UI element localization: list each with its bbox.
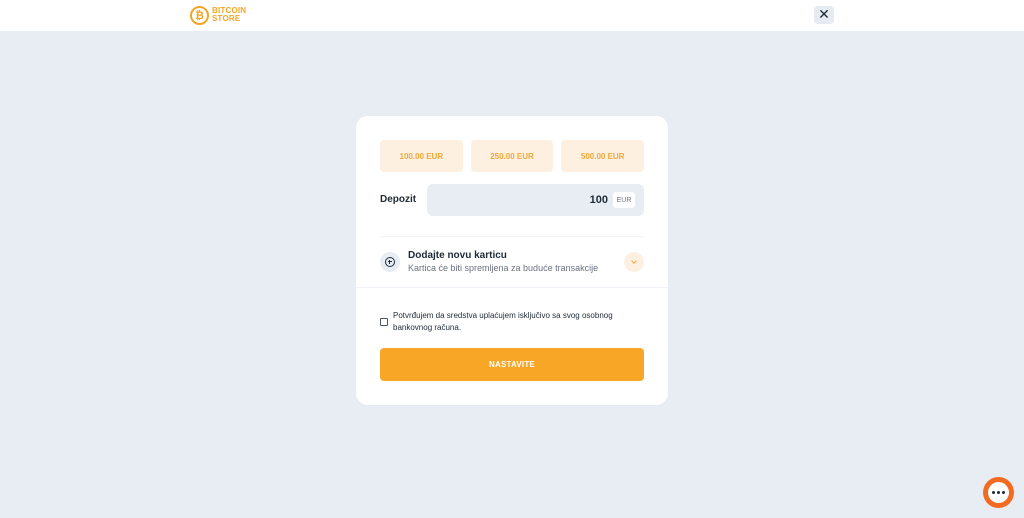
- chevron-down-icon: [631, 258, 637, 264]
- close-icon: ✕: [818, 7, 830, 23]
- divider: [356, 287, 668, 288]
- top-bar: ₿ BITCOIN STORE ✕: [0, 0, 1024, 31]
- logo[interactable]: ₿ BITCOIN STORE: [190, 4, 256, 26]
- deposit-amount[interactable]: 100: [590, 194, 608, 206]
- currency-badge: EUR: [613, 192, 635, 208]
- chat-button[interactable]: [983, 477, 1014, 508]
- consent-row: Potvrđujem da sredstva uplaćujem isključ…: [380, 310, 644, 336]
- divider: [380, 236, 644, 237]
- add-card-subtitle: Kartica će biti spremljena za buduće tra…: [408, 263, 599, 273]
- bitcoin-icon: ₿: [190, 5, 209, 25]
- plus-circle-icon: [380, 252, 400, 272]
- add-card-row[interactable]: Dodajte novu karticu Kartica će biti spr…: [380, 248, 644, 278]
- deposit-input[interactable]: 100 EUR: [427, 184, 644, 216]
- consent-text: Potvrđujem da sredstva uplaćujem isključ…: [393, 311, 613, 332]
- close-button[interactable]: ✕: [814, 6, 834, 24]
- deposit-label: Depozit: [380, 194, 417, 205]
- deposit-card: 100.00 EUR 250.00 EUR 500.00 EUR Depozit…: [356, 116, 668, 405]
- chat-icon: [988, 482, 1009, 503]
- preset-button-500[interactable]: 500.00 EUR: [561, 140, 645, 172]
- add-card-title: Dodajte novu karticu: [408, 250, 507, 261]
- expand-button[interactable]: [624, 252, 644, 272]
- logo-text: BITCOIN STORE: [212, 6, 247, 23]
- preset-button-100[interactable]: 100.00 EUR: [380, 140, 463, 172]
- preset-button-250[interactable]: 250.00 EUR: [470, 140, 554, 172]
- continue-button[interactable]: NASTAVITE: [380, 348, 644, 381]
- preset-amounts: 100.00 EUR 250.00 EUR 500.00 EUR: [380, 140, 645, 172]
- consent-checkbox[interactable]: [380, 318, 388, 326]
